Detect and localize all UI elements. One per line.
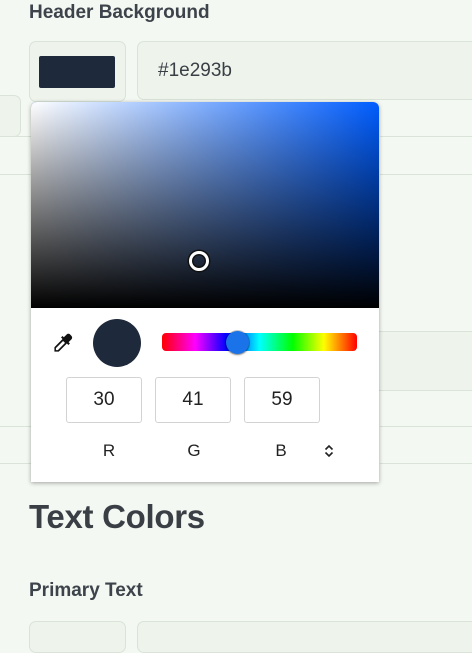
- eyedropper-icon[interactable]: [49, 331, 75, 357]
- text-colors-title: Text Colors: [29, 498, 205, 535]
- card-divider: [0, 136, 31, 137]
- card-divider: [0, 426, 31, 427]
- blue-label: B: [275, 441, 287, 460]
- hue-slider[interactable]: [162, 333, 357, 351]
- blue-value: 59: [271, 389, 293, 410]
- saturation-handle[interactable]: [189, 251, 209, 271]
- header-background-swatch: [39, 56, 115, 88]
- card-divider: [380, 174, 472, 175]
- header-background-label: Header Background: [29, 2, 210, 23]
- green-value: 41: [182, 389, 204, 410]
- header-background-hex-input[interactable]: #1e293b: [137, 41, 472, 100]
- field-card-edge: [0, 95, 21, 137]
- color-preview: [93, 319, 141, 367]
- card-divider: [380, 426, 472, 427]
- color-picker-popup: 30 41 59 R G B: [31, 102, 379, 482]
- blue-input[interactable]: 59: [244, 377, 320, 423]
- red-label: R: [102, 441, 116, 460]
- card-divider: [0, 174, 31, 175]
- card-divider: [380, 463, 472, 464]
- red-input[interactable]: 30: [66, 377, 142, 423]
- primary-text-swatch-button[interactable]: [29, 621, 126, 653]
- red-value: 30: [93, 389, 115, 410]
- primary-text-hex-input[interactable]: [137, 621, 472, 653]
- header-background-swatch-button[interactable]: [29, 41, 126, 102]
- hex-value: #1e293b: [158, 59, 232, 81]
- chevron-up-down-icon[interactable]: [321, 441, 337, 461]
- green-label: G: [187, 441, 201, 460]
- hue-slider-handle[interactable]: [226, 331, 249, 354]
- green-input[interactable]: 41: [155, 377, 231, 423]
- card-divider: [0, 463, 31, 464]
- saturation-area[interactable]: [31, 102, 379, 308]
- card-divider: [380, 136, 472, 137]
- primary-text-label: Primary Text: [29, 580, 143, 601]
